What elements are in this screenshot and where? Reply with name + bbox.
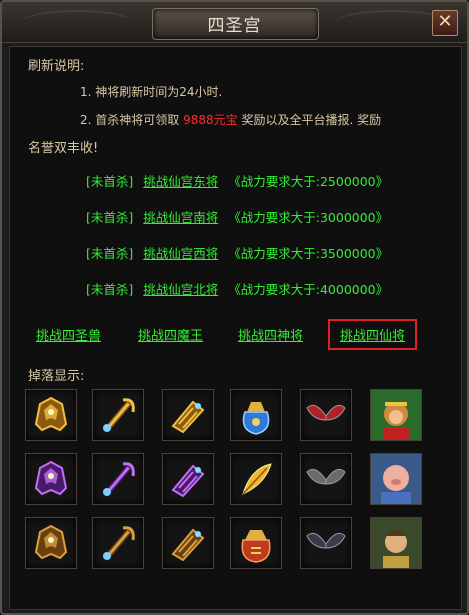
description-title: 刷新说明: [28,59,85,74]
drops-title: 掉落显示: [28,369,85,384]
tab-four-demon-kings[interactable]: 挑战四魔王 [138,325,203,344]
challenge-east-link[interactable]: 挑战仙宫东将 [143,174,218,189]
tab-four-beasts[interactable]: 挑战四圣兽 [36,325,101,344]
close-button[interactable]: ✕ [432,10,458,36]
shadow-wings-icon[interactable] [300,517,352,569]
pig-portrait-icon[interactable] [370,453,422,505]
task-row: [未首杀] 挑战仙宫北将 《战力要求大于:4000000》 [86,279,388,298]
tab-four-generals[interactable]: 挑战四神将 [238,325,303,344]
gold-bracer-icon[interactable] [162,389,214,441]
task-requirement: 《战力要求大于:3500000》 [228,246,389,261]
title-ornament-left [22,10,132,34]
task-row: [未首杀] 挑战仙宫南将 《战力要求大于:3000000》 [86,207,388,226]
description-line-2-suffix: 奖励以及全平台播报. 奖励 [241,113,382,127]
description-line-2-prefix: 2. 首杀神将可领取 [80,113,180,127]
blue-pouch-icon[interactable] [230,389,282,441]
gold-sword-icon[interactable] [92,389,144,441]
challenge-west-link[interactable]: 挑战仙宫西将 [143,246,218,261]
title-ornament-right [337,10,447,34]
task-status: [未首杀] [86,282,134,297]
game-dialog-window: 四圣宫 ✕ 刷新说明: 1. 神将刷新时间为24小时. 2. 首杀神将可领取 9… [0,0,469,615]
bronze-sword-icon[interactable] [92,517,144,569]
task-row: [未首杀] 挑战仙宫东将 《战力要求大于:2500000》 [86,171,388,190]
purple-bracer-icon[interactable] [162,453,214,505]
purple-sword-icon[interactable] [92,453,144,505]
red-pouch-icon[interactable] [230,517,282,569]
task-requirement: 《战力要求大于:3000000》 [228,210,389,225]
window-title: 四圣宫 [207,16,262,36]
description-line-2: 2. 首杀神将可领取 9888元宝 奖励以及全平台播报. 奖励 [80,111,381,128]
golden-feather-icon[interactable] [230,453,282,505]
task-requirement: 《战力要求大于:4000000》 [228,282,389,297]
content-panel: 刷新说明: 1. 神将刷新时间为24小时. 2. 首杀神将可领取 9888元宝 … [9,46,462,610]
task-requirement: 《战力要求大于:2500000》 [228,174,389,189]
reward-highlight: 9888元宝 [183,113,238,127]
task-row: [未首杀] 挑战仙宫西将 《战力要求大于:3500000》 [86,243,388,262]
gold-helmet-icon[interactable] [25,389,77,441]
dark-wings-icon[interactable] [300,453,352,505]
tab-four-immortal-generals[interactable]: 挑战四仙将 [328,319,418,350]
task-status: [未首杀] [86,246,134,261]
monk-portrait-icon[interactable] [370,517,422,569]
red-wings-icon[interactable] [300,389,352,441]
monkey-portrait-icon[interactable] [370,389,422,441]
description-line-1: 1. 神将刷新时间为24小时. [80,85,223,99]
purple-helmet-icon[interactable] [25,453,77,505]
task-status: [未首杀] [86,210,134,225]
bronze-bracer-icon[interactable] [162,517,214,569]
challenge-south-link[interactable]: 挑战仙宫南将 [143,210,218,225]
title-bar: 四圣宫 ✕ [2,2,467,43]
task-status: [未首杀] [86,174,134,189]
challenge-north-link[interactable]: 挑战仙宫北将 [143,282,218,297]
bronze-helmet-icon[interactable] [25,517,77,569]
description-line-3: 名誉双丰收! [28,141,99,156]
